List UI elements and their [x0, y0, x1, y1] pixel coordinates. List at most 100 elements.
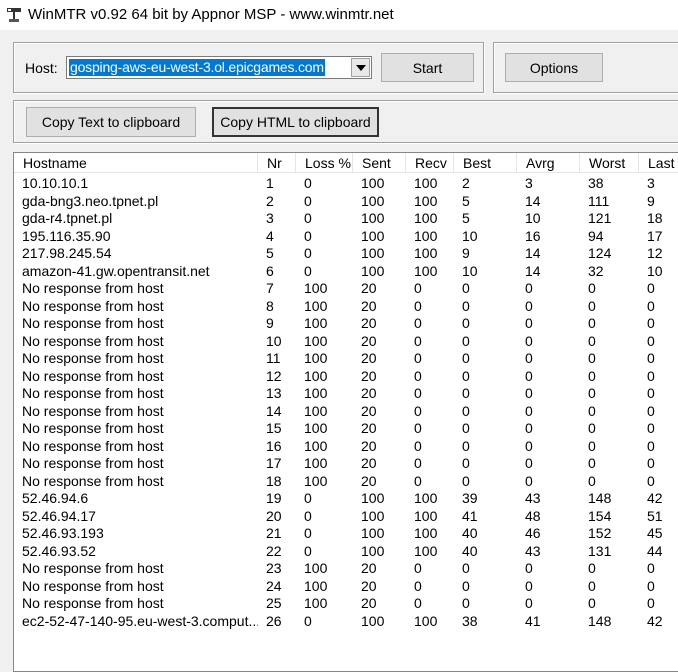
table-row[interactable]: No response from host 25 100 20 0 0 0 0 0: [14, 595, 678, 613]
cell-nr: 2: [266, 192, 274, 209]
cell-sent: 100: [361, 227, 385, 244]
cell-loss: 100: [304, 367, 328, 384]
cell-nr: 7: [266, 280, 274, 296]
window-title: WinMTR v0.92 64 bit by Appnor MSP - www.…: [28, 6, 394, 23]
table-row[interactable]: gda-r4.tpnet.pl 3 0 100 100 5 10 121 18: [14, 210, 678, 228]
column-header-recv[interactable]: Recv: [406, 153, 454, 173]
table-row[interactable]: 10.10.10.1 1 0 100 100 2 3 38 3: [14, 175, 678, 193]
results-table[interactable]: Hostname Nr Loss % Sent Recv Best Avrg Worst Las…: [13, 152, 678, 672]
cell-worst: 94: [588, 227, 604, 244]
column-header-best[interactable]: Best: [454, 153, 517, 173]
table-row[interactable]: 195.116.35.90 4 0 100 100 10 16 94 17: [14, 228, 678, 246]
cell-hostname: gda-r4.tpnet.pl: [22, 210, 113, 226]
options-button[interactable]: Options: [505, 53, 603, 82]
cell-sent: 20: [361, 472, 377, 489]
table-row[interactable]: 52.46.94.17 20 0 100 100 41 48 154 51: [14, 508, 678, 526]
column-header-nr[interactable]: Nr: [258, 153, 296, 173]
table-row[interactable]: No response from host 7 100 20 0 0 0 0 0: [14, 280, 678, 298]
table-row[interactable]: No response from host 13 100 20 0 0 0 0 0: [14, 385, 678, 403]
column-header-last[interactable]: Last: [639, 153, 678, 173]
cell-avrg: 46: [525, 525, 541, 541]
table-row[interactable]: 217.98.245.54 5 0 100 100 9 14 124 12: [14, 245, 678, 263]
cell-avrg: 0: [525, 455, 533, 471]
table-row[interactable]: No response from host 8 100 20 0 0 0 0 0: [14, 298, 678, 316]
cell-best: 0: [462, 560, 470, 576]
column-header-hostname[interactable]: Hostname: [14, 153, 258, 173]
table-row[interactable]: gda-bng3.neo.tpnet.pl 2 0 100 100 5 14 111 9: [14, 193, 678, 211]
copy-text-button[interactable]: Copy Text to clipboard: [26, 107, 196, 137]
cell-hostname: No response from host: [22, 420, 164, 436]
column-header-worst[interactable]: Worst: [580, 153, 639, 173]
cell-hostname: 10.10.10.1: [22, 175, 89, 191]
table-row[interactable]: No response from host 10 100 20 0 0 0 0 0: [14, 333, 678, 351]
cell-loss: 0: [304, 612, 312, 629]
cell-loss: 100: [304, 350, 328, 366]
cell-worst: 0: [588, 297, 596, 314]
table-row[interactable]: No response from host 23 100 20 0 0 0 0 0: [14, 560, 678, 578]
cell-loss: 0: [304, 175, 312, 191]
cell-recv: 100: [414, 210, 438, 226]
table-row[interactable]: No response from host 15 100 20 0 0 0 0 0: [14, 420, 678, 438]
winmtr-app-icon: [7, 8, 21, 22]
cell-best: 5: [462, 192, 470, 209]
table-row[interactable]: 52.46.93.52 22 0 100 100 40 43 131 44: [14, 543, 678, 561]
cell-avrg: 14: [525, 192, 541, 209]
cell-worst: 121: [588, 210, 612, 226]
cell-hostname: No response from host: [22, 577, 164, 594]
cell-loss: 100: [304, 455, 328, 471]
cell-sent: 20: [361, 280, 377, 296]
column-header-avrg[interactable]: Avrg: [517, 153, 580, 173]
cell-nr: 3: [266, 210, 274, 226]
column-header-loss[interactable]: Loss %: [296, 153, 353, 173]
cell-avrg: 0: [525, 350, 533, 366]
table-row[interactable]: No response from host 17 100 20 0 0 0 0 0: [14, 455, 678, 473]
cell-nr: 13: [266, 385, 282, 401]
table-row[interactable]: 52.46.93.193 21 0 100 100 40 46 152 45: [14, 525, 678, 543]
cell-recv: 100: [414, 192, 438, 209]
cell-hostname: gda-bng3.neo.tpnet.pl: [22, 192, 159, 209]
cell-avrg: 0: [525, 472, 533, 489]
cell-last: 18: [647, 210, 663, 226]
cell-loss: 100: [304, 332, 328, 349]
cell-last: 0: [647, 455, 655, 471]
table-row[interactable]: No response from host 11 100 20 0 0 0 0 0: [14, 350, 678, 368]
dropdown-arrow-button[interactable]: [351, 58, 370, 77]
cell-nr: 16: [266, 437, 282, 454]
column-header-sent[interactable]: Sent: [353, 153, 406, 173]
cell-recv: 0: [414, 560, 422, 576]
host-input[interactable]: gosping-aws-eu-west-3.ol.epicgames.com: [69, 59, 325, 76]
table-row[interactable]: No response from host 24 100 20 0 0 0 0 0: [14, 578, 678, 596]
table-row[interactable]: No response from host 14 100 20 0 0 0 0 0: [14, 403, 678, 421]
cell-best: 0: [462, 472, 470, 489]
host-combobox[interactable]: gosping-aws-eu-west-3.ol.epicgames.com: [66, 56, 372, 79]
cell-worst: 0: [588, 367, 596, 384]
table-row[interactable]: No response from host 12 100 20 0 0 0 0 0: [14, 368, 678, 386]
cell-hostname: amazon-41.gw.opentransit.net: [22, 262, 210, 279]
cell-worst: 131: [588, 542, 612, 559]
cell-sent: 100: [361, 507, 385, 524]
table-header: Hostname Nr Loss % Sent Recv Best Avrg Worst Las…: [14, 153, 678, 173]
cell-best: 39: [462, 490, 478, 506]
cell-loss: 0: [304, 227, 312, 244]
cell-best: 0: [462, 385, 470, 401]
cell-best: 9: [462, 245, 470, 261]
cell-loss: 0: [304, 490, 312, 506]
cell-nr: 11: [266, 350, 281, 366]
start-button[interactable]: Start: [381, 53, 474, 82]
cell-hostname: 52.46.94.6: [22, 490, 89, 506]
cell-nr: 8: [266, 297, 274, 314]
table-row[interactable]: amazon-41.gw.opentransit.net 6 0 100 100 10 14…: [14, 263, 678, 281]
copy-html-button[interactable]: Copy HTML to clipboard: [212, 107, 379, 137]
cell-avrg: 0: [525, 437, 533, 454]
cell-worst: 0: [588, 595, 596, 611]
table-row[interactable]: No response from host 16 100 20 0 0 0 0 0: [14, 438, 678, 456]
cell-best: 0: [462, 367, 470, 384]
table-row[interactable]: No response from host 18 100 20 0 0 0 0 0: [14, 473, 678, 491]
cell-recv: 0: [414, 280, 422, 296]
cell-last: 0: [647, 595, 655, 611]
table-row[interactable]: No response from host 9 100 20 0 0 0 0 0: [14, 315, 678, 333]
table-row[interactable]: ec2-52-47-140-95.eu-west-3.comput... 26 0 1…: [14, 613, 678, 631]
table-row[interactable]: 52.46.94.6 19 0 100 100 39 43 148 42: [14, 490, 678, 508]
cell-nr: 22: [266, 542, 282, 559]
cell-worst: 0: [588, 420, 596, 436]
